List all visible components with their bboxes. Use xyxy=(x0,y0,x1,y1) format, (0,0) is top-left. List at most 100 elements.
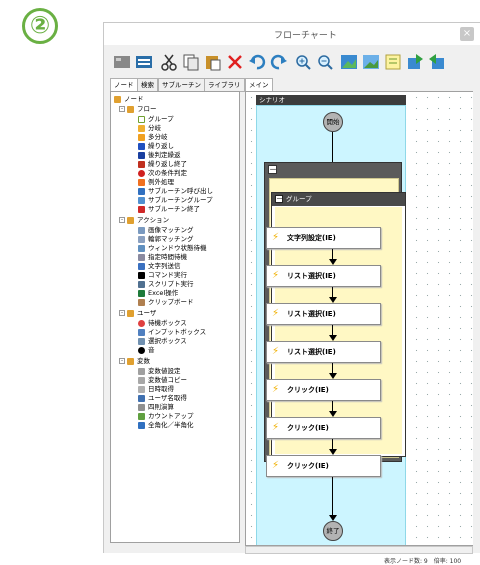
outer-group-toggle[interactable]: － xyxy=(268,165,277,174)
tree-item-clipboard[interactable]: クリップボード xyxy=(138,298,194,307)
step-node[interactable]: ⚡ クリック(IE) xyxy=(266,455,381,477)
send-string-icon xyxy=(138,262,145,270)
tree-root[interactable]: ノード xyxy=(114,95,144,104)
subroutine-end-icon xyxy=(138,205,145,213)
tree-item-var-set[interactable]: 変数値設定 xyxy=(138,367,181,376)
tree-item-next-condition[interactable]: 次の条件判定 xyxy=(138,169,187,178)
window-wait-icon xyxy=(138,244,145,252)
tree-item-command[interactable]: コマンド実行 xyxy=(138,271,187,280)
tree-item-username[interactable]: ユーザ名取得 xyxy=(138,394,187,403)
step-node[interactable]: ⚡ リスト選択(IE) xyxy=(266,265,381,287)
username-icon xyxy=(138,394,145,402)
tree-item-subroutine-call[interactable]: サブルーチン呼び出し xyxy=(138,187,213,196)
branch-icon xyxy=(138,124,145,132)
tree-item-send-string[interactable]: 文字列送信 xyxy=(138,262,181,271)
tree-item-countup[interactable]: カウントアップ xyxy=(138,412,194,421)
zoom-out-icon[interactable] xyxy=(315,52,335,72)
image-icon[interactable] xyxy=(339,52,359,72)
folder-icon xyxy=(127,357,134,365)
group-label: グループ xyxy=(286,195,312,203)
tree-item-subroutine-group[interactable]: サブルーチングループ xyxy=(138,196,213,205)
zoom-in-icon[interactable] xyxy=(293,52,313,72)
tree-item-datetime[interactable]: 日時取得 xyxy=(138,385,174,394)
group-header: －グループ xyxy=(272,193,405,206)
step-node[interactable]: ⚡ クリック(IE) xyxy=(266,417,381,439)
table-icon[interactable] xyxy=(112,52,132,72)
redo-icon[interactable] xyxy=(269,52,289,72)
note-icon[interactable] xyxy=(383,52,403,72)
tab-nodes[interactable]: ノード xyxy=(110,78,138,92)
subroutine-group-icon xyxy=(138,196,145,204)
start-node[interactable]: 開始 xyxy=(323,112,343,132)
tree-item-loop-end[interactable]: 繰り返し終了 xyxy=(138,160,187,169)
exception-icon xyxy=(138,178,145,186)
bolt-icon: ⚡ xyxy=(272,422,280,433)
tab-search[interactable]: 検索 xyxy=(137,78,158,92)
tab-subroutine[interactable]: サブルーチン xyxy=(158,78,205,92)
window-title: フローチャート xyxy=(274,31,337,41)
tree-item-user[interactable]: - ユーザ xyxy=(119,309,156,318)
vertical-scrollbar[interactable] xyxy=(473,91,480,546)
bolt-icon: ⚡ xyxy=(272,346,280,357)
tree-item-script[interactable]: スクリプト実行 xyxy=(138,280,194,289)
cut-icon[interactable] xyxy=(159,52,179,72)
tab-main[interactable]: メイン xyxy=(245,78,273,92)
export-icon[interactable] xyxy=(405,52,425,72)
tree-item-outline-match[interactable]: 輪郭マッチング xyxy=(138,235,194,244)
undo-icon[interactable] xyxy=(247,52,267,72)
tree-item-excel[interactable]: Excel操作 xyxy=(138,289,178,298)
paste-icon[interactable] xyxy=(203,52,223,72)
group-toggle[interactable]: － xyxy=(275,195,283,203)
tree-item-group[interactable]: グループ xyxy=(138,115,174,124)
step-node[interactable]: ⚡ リスト選択(IE) xyxy=(266,303,381,325)
tree-item-flow[interactable]: - フロー xyxy=(119,105,157,114)
var-set-icon xyxy=(138,367,145,375)
folder-icon xyxy=(127,105,134,113)
tree-item-arithmetic[interactable]: 四則演算 xyxy=(138,403,174,412)
excel-icon xyxy=(138,289,145,297)
collapse-icon[interactable]: - xyxy=(119,358,125,364)
tree-item-wait-box[interactable]: 待機ボックス xyxy=(138,319,187,328)
collapse-icon[interactable]: - xyxy=(119,106,125,112)
image2-icon[interactable] xyxy=(361,52,381,72)
bolt-icon: ⚡ xyxy=(272,232,280,243)
step-node[interactable]: ⚡ 文字列設定(IE) xyxy=(266,227,381,249)
collapse-icon[interactable]: - xyxy=(119,310,125,316)
step-node[interactable]: ⚡ クリック(IE) xyxy=(266,379,381,401)
tree-item-width-convert[interactable]: 全角化／半角化 xyxy=(138,421,194,430)
import-icon[interactable] xyxy=(427,52,447,72)
group-icon xyxy=(138,115,145,123)
flowchart-canvas[interactable]: シナリオ 開始 － －グループ ⚡ 文字列設定(IE) ⚡ リスト選択(IE) ⚡ リ… xyxy=(245,91,480,546)
tree-item-var-copy[interactable]: 変数値コピー xyxy=(138,376,187,385)
tab-library[interactable]: ライブラリ xyxy=(204,78,245,92)
tree-item-window-wait[interactable]: ウィンドウ状態待機 xyxy=(138,244,207,253)
width-convert-icon xyxy=(138,421,145,429)
bolt-icon: ⚡ xyxy=(272,308,280,319)
loop-end-icon xyxy=(138,160,145,168)
collapse-icon[interactable]: - xyxy=(119,217,125,223)
tree-item-action[interactable]: - アクション xyxy=(119,216,169,225)
dark-table-icon[interactable] xyxy=(134,52,154,72)
tree-item-multi-branch[interactable]: 多分岐 xyxy=(138,133,168,142)
tree-item-input-box[interactable]: インプットボックス xyxy=(138,328,206,337)
tree-item-variable[interactable]: - 変数 xyxy=(119,357,150,366)
wait-box-icon xyxy=(138,319,145,327)
tree-item-loop[interactable]: 繰り返し xyxy=(138,142,174,151)
tree-item-image-match[interactable]: 画像マッチング xyxy=(138,226,194,235)
scenario-header: シナリオ xyxy=(256,95,406,105)
tree-item-post-loop[interactable]: 後判定繰返 xyxy=(138,151,181,160)
tree-item-select-box[interactable]: 選択ボックス xyxy=(138,337,187,346)
tree-item-branch[interactable]: 分岐 xyxy=(138,124,161,133)
time-wait-icon xyxy=(138,253,145,261)
close-button[interactable]: × xyxy=(460,27,474,41)
tree-item-exception[interactable]: 例外処理 xyxy=(138,178,174,187)
tree-item-time-wait[interactable]: 指定時間待機 xyxy=(138,253,187,262)
tree-item-sound[interactable]: 音 xyxy=(138,346,155,355)
delete-icon[interactable] xyxy=(225,52,245,72)
copy-icon[interactable] xyxy=(181,52,201,72)
step-node[interactable]: ⚡ リスト選択(IE) xyxy=(266,341,381,363)
select-box-icon xyxy=(138,337,145,345)
tree-item-subroutine-end[interactable]: サブルーチン終了 xyxy=(138,205,200,214)
sound-icon xyxy=(138,346,145,354)
end-node[interactable]: 終了 xyxy=(323,521,343,541)
